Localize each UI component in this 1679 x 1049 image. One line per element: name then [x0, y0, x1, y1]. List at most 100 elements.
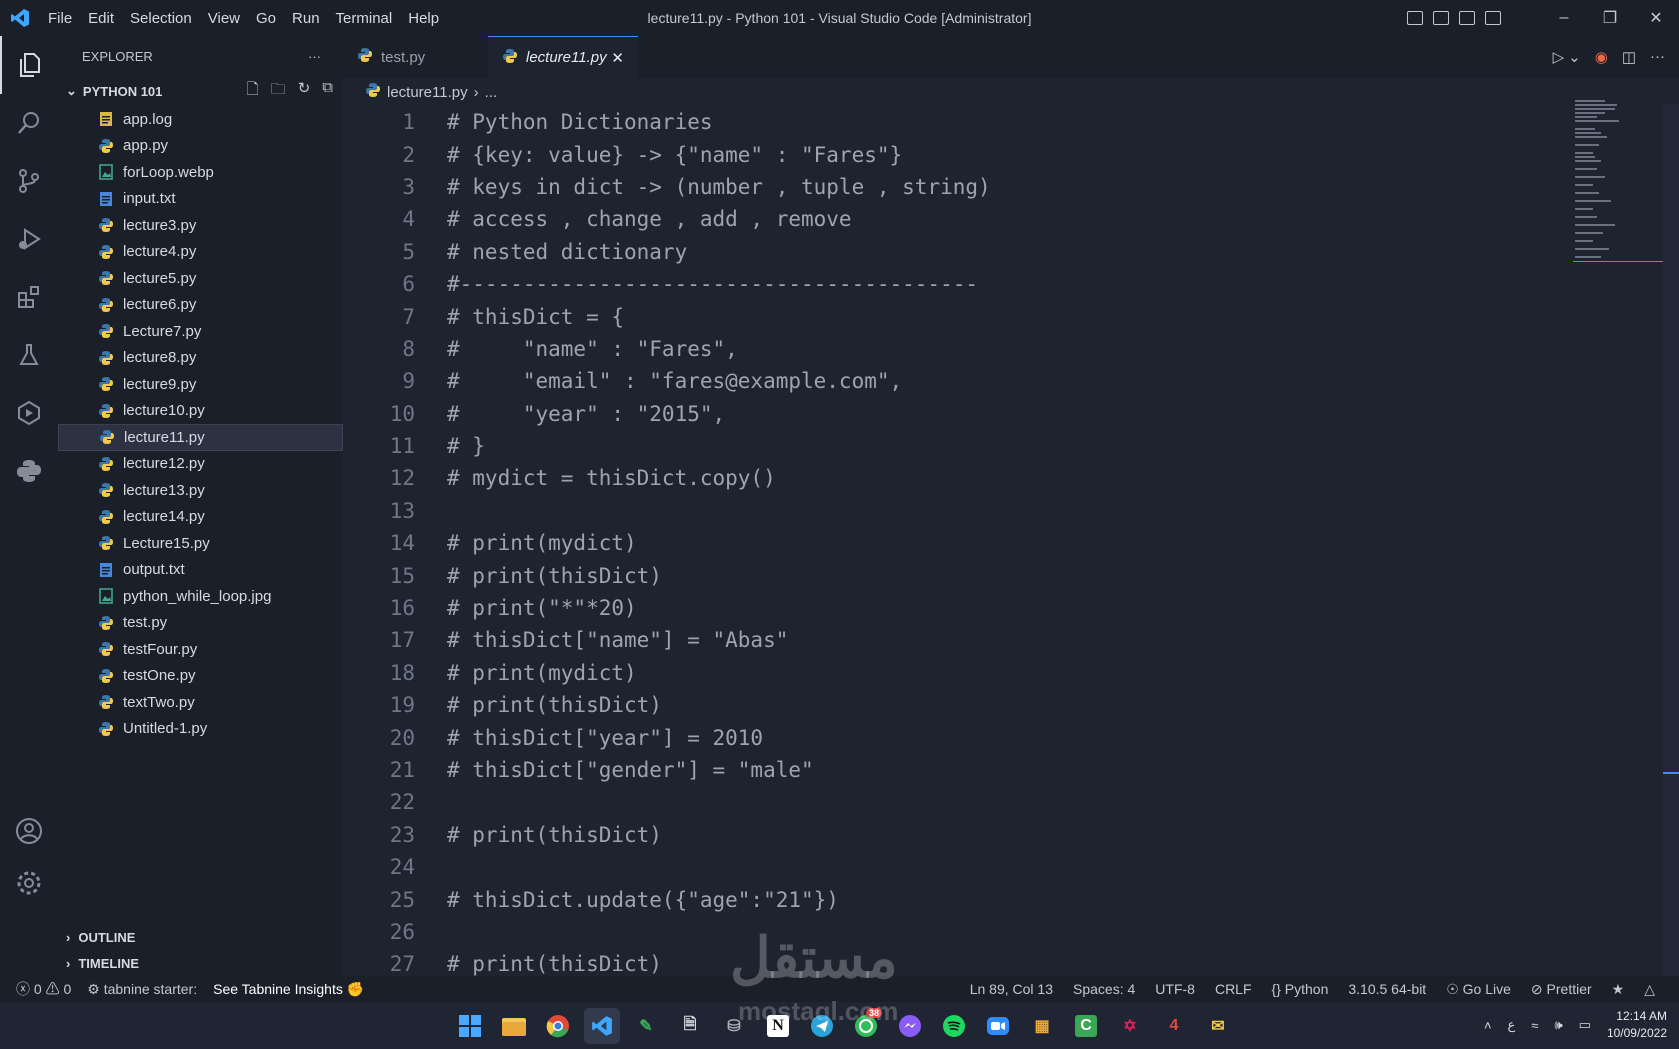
- close-window-button[interactable]: ✕: [1633, 8, 1679, 28]
- python-interpreter[interactable]: 3.10.5 64-bit: [1348, 981, 1426, 998]
- code-line[interactable]: 21 # thisDict["gender"] = "male": [343, 754, 1573, 786]
- split-editor-icon[interactable]: ◫: [1622, 48, 1636, 66]
- run-python-file-icon[interactable]: ▷: [1553, 48, 1565, 66]
- problems-indicator[interactable]: ⓧ 0 ⚠ 0: [16, 979, 71, 999]
- file-item[interactable]: lecture12.py: [58, 451, 343, 478]
- account-icon[interactable]: [0, 802, 58, 860]
- tabnine-insights-link[interactable]: See Tabnine Insights ✊: [213, 981, 364, 998]
- chevron-down-icon[interactable]: ⌄: [1568, 48, 1581, 66]
- menu-item-go[interactable]: Go: [248, 10, 284, 27]
- code-line[interactable]: 24: [343, 851, 1573, 883]
- breadcrumb-symbols[interactable]: ...: [485, 84, 498, 101]
- battery-icon[interactable]: ▭: [1579, 1017, 1591, 1033]
- code-line[interactable]: 11 # }: [343, 430, 1573, 462]
- remote-explorer-icon[interactable]: [0, 384, 58, 442]
- file-item[interactable]: python_while_loop.jpg: [58, 583, 343, 610]
- search-icon[interactable]: [0, 94, 58, 152]
- minimap[interactable]: [1573, 98, 1663, 288]
- spotify-icon[interactable]: [936, 1008, 972, 1044]
- code-line[interactable]: 16 # print("*"*20): [343, 592, 1573, 624]
- zoom-icon[interactable]: [980, 1008, 1016, 1044]
- code-line[interactable]: 8 # "name" : "Fares",: [343, 333, 1573, 365]
- language-mode[interactable]: {} Python: [1272, 981, 1329, 998]
- file-item[interactable]: lecture3.py: [58, 212, 343, 239]
- code-line[interactable]: 25 # thisDict.update({"age":"21"}): [343, 883, 1573, 915]
- file-item[interactable]: lecture5.py: [58, 265, 343, 292]
- file-item[interactable]: input.txt: [58, 186, 343, 213]
- code-line[interactable]: 13: [343, 495, 1573, 527]
- tabnine-status[interactable]: ⚙ tabnine starter:: [87, 981, 197, 998]
- timeline-section[interactable]: › TIMELINE: [58, 950, 343, 976]
- minimize-button[interactable]: –: [1541, 9, 1587, 27]
- settings-gear-icon[interactable]: [0, 854, 58, 912]
- menu-item-selection[interactable]: Selection: [122, 10, 200, 27]
- restore-button[interactable]: ❐: [1587, 8, 1633, 28]
- code-line[interactable]: 5 # nested dictionary: [343, 236, 1573, 268]
- more-actions-icon[interactable]: ···: [1650, 48, 1665, 66]
- toggle-panel-icon[interactable]: [1433, 11, 1449, 25]
- menu-item-run[interactable]: Run: [284, 10, 328, 27]
- code-line[interactable]: 1 # Python Dictionaries: [343, 106, 1573, 138]
- tabnine-icon[interactable]: ◉: [1595, 48, 1608, 66]
- mail-icon[interactable]: ✉: [1200, 1008, 1236, 1044]
- code-line[interactable]: 26: [343, 916, 1573, 948]
- code-line[interactable]: 7 # thisDict = {: [343, 300, 1573, 332]
- file-item[interactable]: lecture4.py: [58, 239, 343, 266]
- code-line[interactable]: 14 # print(mydict): [343, 527, 1573, 559]
- file-item[interactable]: lecture6.py: [58, 292, 343, 319]
- code-line[interactable]: 17 # thisDict["name"] = "Abas": [343, 624, 1573, 656]
- app-4-icon[interactable]: 4: [1156, 1008, 1192, 1044]
- extensions-icon[interactable]: [0, 268, 58, 326]
- notion-icon[interactable]: N: [760, 1008, 796, 1044]
- file-item[interactable]: forLoop.webp: [58, 159, 343, 186]
- cursor-position[interactable]: Ln 89, Col 13: [970, 981, 1053, 998]
- code-line[interactable]: 18 # print(mydict): [343, 657, 1573, 689]
- file-item[interactable]: Untitled-1.py: [58, 716, 343, 743]
- file-item[interactable]: lecture9.py: [58, 371, 343, 398]
- testing-icon[interactable]: [0, 326, 58, 384]
- camtasia-icon[interactable]: C: [1068, 1008, 1104, 1044]
- code-line[interactable]: 19 # print(thisDict): [343, 689, 1573, 721]
- file-item[interactable]: testOne.py: [58, 663, 343, 690]
- project-folder[interactable]: ⌄ PYTHON 101 🗋 🗀 ↻ ⧉: [58, 76, 343, 106]
- file-item[interactable]: lecture11.py: [58, 424, 343, 451]
- code-line[interactable]: 15 # print(thisDict): [343, 559, 1573, 591]
- explorer-icon[interactable]: [0, 36, 58, 94]
- file-item[interactable]: lecture14.py: [58, 504, 343, 531]
- code-line[interactable]: 3 # keys in dict -> (number , tuple , str…: [343, 171, 1573, 203]
- go-live-button[interactable]: ☉ Go Live: [1446, 981, 1511, 998]
- volume-icon[interactable]: 🕪: [1554, 1017, 1562, 1033]
- document-icon[interactable]: 🗎: [672, 1008, 708, 1044]
- tab-test-py[interactable]: test.py: [343, 36, 488, 78]
- menu-item-file[interactable]: File: [40, 10, 80, 27]
- customize-layout-icon[interactable]: [1485, 11, 1501, 25]
- code-line[interactable]: 4 # access , change , add , remove: [343, 203, 1573, 235]
- input-language[interactable]: ع: [1508, 1017, 1516, 1033]
- file-item[interactable]: lecture13.py: [58, 477, 343, 504]
- source-control-icon[interactable]: [0, 152, 58, 210]
- code-line[interactable]: 12 # mydict = thisDict.copy(): [343, 462, 1573, 494]
- python-icon[interactable]: [0, 442, 58, 500]
- toggle-secondary-sidebar-icon[interactable]: [1459, 11, 1475, 25]
- feedback-icon[interactable]: ★: [1612, 981, 1625, 998]
- telegram-icon[interactable]: [804, 1008, 840, 1044]
- encoding[interactable]: UTF-8: [1155, 981, 1195, 998]
- vscode-taskbar-icon[interactable]: [584, 1008, 620, 1044]
- code-editor[interactable]: 1 # Python Dictionaries 2 # {key: value} ->…: [343, 106, 1573, 976]
- file-item[interactable]: lecture10.py: [58, 398, 343, 425]
- indentation[interactable]: Spaces: 4: [1073, 981, 1135, 998]
- close-tab-icon[interactable]: ✕: [611, 49, 624, 67]
- file-item[interactable]: app.log: [58, 106, 343, 133]
- code-line[interactable]: 9 # "email" : "fares@example.com",: [343, 365, 1573, 397]
- file-item[interactable]: Lecture7.py: [58, 318, 343, 345]
- code-line[interactable]: 27 # print(thisDict): [343, 948, 1573, 976]
- code-line[interactable]: 23 # print(thisDict): [343, 819, 1573, 851]
- more-actions-icon[interactable]: ···: [308, 49, 321, 64]
- outline-section[interactable]: › OUTLINE: [58, 924, 343, 950]
- file-item[interactable]: textTwo.py: [58, 689, 343, 716]
- file-item[interactable]: output.txt: [58, 557, 343, 584]
- file-item[interactable]: Lecture15.py: [58, 530, 343, 557]
- toggle-primary-sidebar-icon[interactable]: [1407, 11, 1423, 25]
- menu-item-terminal[interactable]: Terminal: [328, 10, 401, 27]
- file-item[interactable]: app.py: [58, 133, 343, 160]
